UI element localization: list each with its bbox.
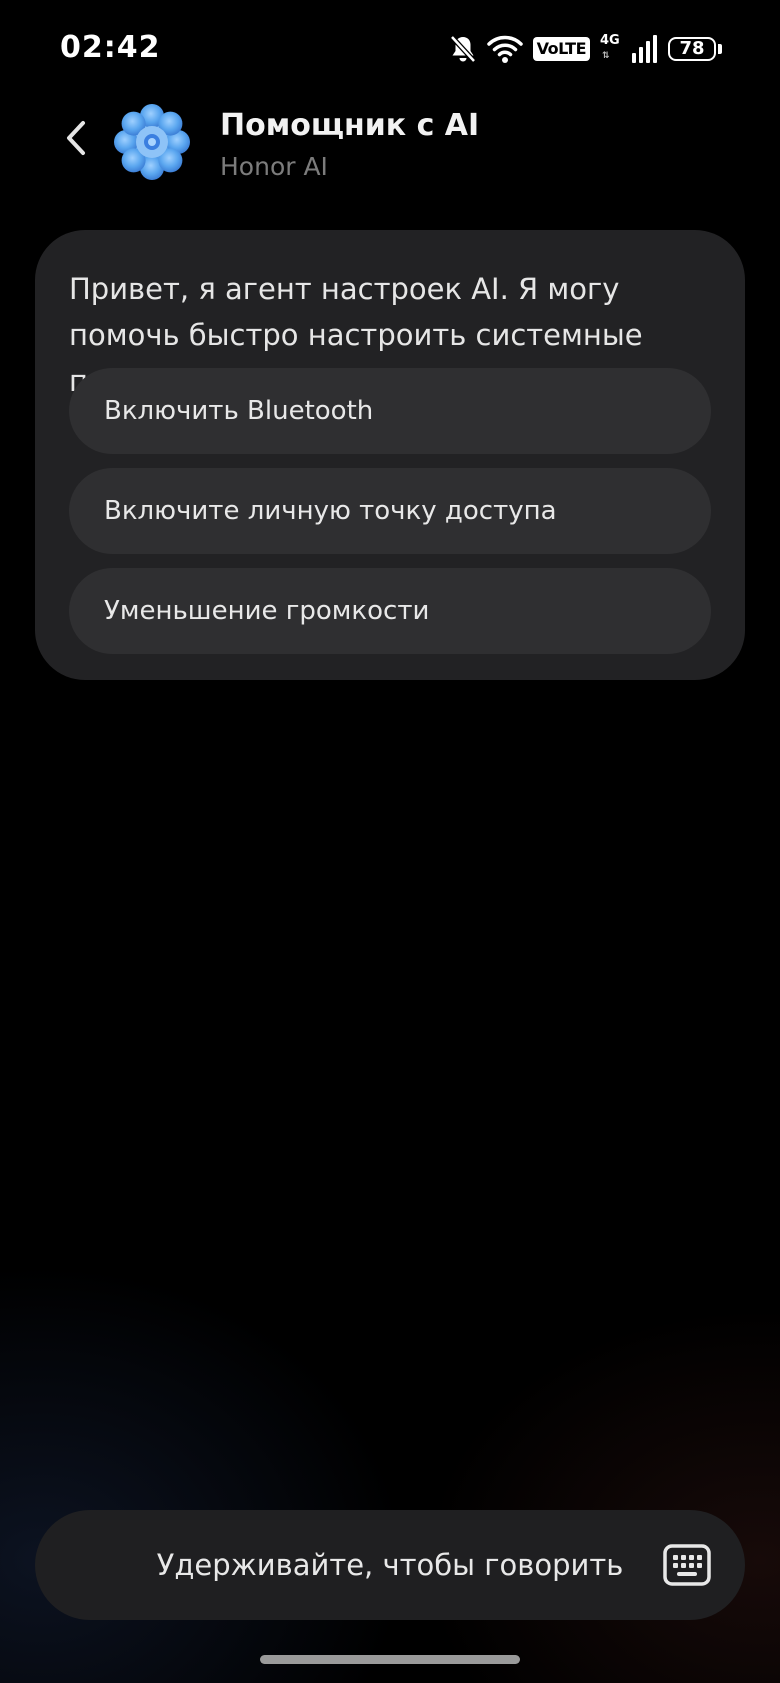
chevron-left-icon — [67, 121, 85, 155]
volte-icon: VoLTE — [532, 37, 590, 61]
keyboard-icon[interactable] — [663, 1543, 711, 1587]
battery-level: 78 — [679, 38, 705, 59]
battery-icon: 78 — [668, 37, 716, 61]
screen: 02:42 VoLTE 4G ⇅ 78 Помощник с AI Honor … — [0, 0, 780, 1683]
ai-assistant-logo-icon — [114, 104, 190, 180]
network-type-label: 4G — [600, 33, 620, 48]
wifi-icon — [486, 35, 523, 63]
header: Помощник с AI Honor AI — [0, 100, 780, 200]
back-button[interactable] — [54, 116, 98, 160]
status-icons: VoLTE 4G ⇅ 78 — [449, 33, 722, 64]
status-time: 02:42 — [60, 30, 161, 65]
network-type: 4G ⇅ — [600, 33, 622, 63]
suggestion-enable-bluetooth[interactable]: Включить Bluetooth — [69, 368, 711, 454]
battery-tip — [718, 44, 722, 54]
hold-to-speak-button[interactable]: Удерживайте, чтобы говорить — [35, 1510, 745, 1620]
home-indicator[interactable] — [260, 1655, 520, 1664]
voice-input-bar[interactable]: Удерживайте, чтобы говорить — [35, 1510, 745, 1620]
assistant-message-card: Привет, я агент настроек AI. Я могу помо… — [35, 230, 745, 680]
suggestion-decrease-volume[interactable]: Уменьшение громкости — [69, 568, 711, 654]
data-arrows-icon: ⇅ — [602, 51, 610, 61]
suggestion-enable-hotspot[interactable]: Включите личную точку доступа — [69, 468, 711, 554]
page-title: Помощник с AI — [220, 108, 480, 143]
page-subtitle: Honor AI — [220, 152, 328, 181]
status-bar: 02:42 VoLTE 4G ⇅ 78 — [0, 0, 780, 96]
bell-muted-icon — [449, 35, 476, 63]
signal-icon — [632, 35, 657, 63]
